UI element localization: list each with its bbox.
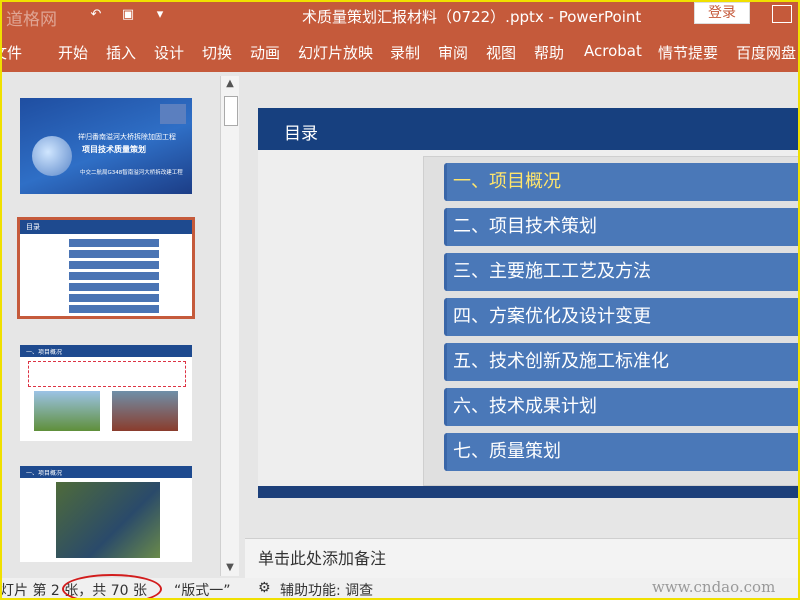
thumbnail-scrollbar[interactable]: ▲ ▼ bbox=[220, 76, 239, 576]
globe-image bbox=[32, 136, 72, 176]
login-button[interactable]: 登录 bbox=[694, 2, 750, 24]
watermark-logo: 道格网 bbox=[6, 10, 57, 30]
toc-item-3[interactable]: 三、主要施工工艺及方法 bbox=[444, 253, 798, 291]
tab-slideshow[interactable]: 幻灯片放映 bbox=[298, 42, 373, 63]
scroll-up-icon[interactable]: ▲ bbox=[221, 76, 239, 92]
tab-home[interactable]: 开始 bbox=[58, 42, 88, 63]
thumb4-title: 一、项目概况 bbox=[26, 470, 63, 477]
toc-item-4[interactable]: 四、方案优化及设计变更 bbox=[444, 298, 798, 336]
slide-thumbnail-1[interactable]: 祥归番南溢河大桥拆除加固工程 项目技术质量策划 中交二航局G348智南溢河大桥拆… bbox=[20, 98, 192, 194]
thumb3-bridge-photo bbox=[112, 391, 178, 431]
thumb3-header: 一、项目概况 bbox=[20, 345, 192, 357]
thumb3-text-box bbox=[28, 361, 186, 387]
layout-name: “版式一” bbox=[174, 583, 231, 599]
tab-storyboard[interactable]: 情节提要 bbox=[658, 42, 718, 63]
thumb1-line2: 项目技术质量策划 bbox=[82, 145, 146, 154]
annotation-circle bbox=[62, 574, 162, 598]
tab-design[interactable]: 设计 bbox=[154, 42, 184, 63]
slide-header: 目录 bbox=[258, 108, 798, 150]
title-bar: 道格网 ↶ ▣ ▾ 术质量策划汇报材料（0722）.pptx - PowerPo… bbox=[2, 2, 798, 30]
tab-baidu-netdisk[interactable]: 百度网盘 bbox=[736, 42, 796, 63]
thumb2-row bbox=[68, 282, 160, 292]
scrollbar-thumb[interactable] bbox=[224, 96, 238, 126]
toc-item-6[interactable]: 六、技术成果计划 bbox=[444, 388, 798, 426]
tab-transitions[interactable]: 切换 bbox=[202, 42, 232, 63]
thumb1-line1: 祥归番南溢河大桥拆除加固工程 bbox=[78, 133, 176, 141]
current-slide[interactable]: 目录 一、项目概况 二、项目技术策划 三、主要施工工艺及方法 四、方案优化及设计… bbox=[258, 108, 798, 498]
watermark-url: www.cndao.com bbox=[652, 578, 776, 596]
accessibility-status[interactable]: 辅助功能: 调查 bbox=[280, 580, 373, 598]
thumb2-row bbox=[68, 304, 160, 314]
toc-item-5[interactable]: 五、技术创新及施工标准化 bbox=[444, 343, 798, 381]
thumb2-row bbox=[68, 293, 160, 303]
toc-item-2[interactable]: 二、项目技术策划 bbox=[444, 208, 798, 246]
tab-file[interactable]: 文件 bbox=[2, 42, 22, 63]
thumb3-title: 一、项目概况 bbox=[26, 349, 63, 356]
customize-icon[interactable]: ▾ bbox=[152, 7, 168, 23]
ribbon-display-options-icon[interactable] bbox=[772, 5, 792, 23]
tab-animations[interactable]: 动画 bbox=[250, 42, 280, 63]
thumb2-row bbox=[68, 260, 160, 270]
slide-footer-bar bbox=[258, 486, 798, 498]
tab-acrobat[interactable]: Acrobat bbox=[584, 42, 642, 60]
tab-view[interactable]: 视图 bbox=[486, 42, 516, 63]
thumb4-aerial-map bbox=[56, 482, 160, 558]
accessibility-icon[interactable]: ⚙ bbox=[258, 580, 271, 596]
scroll-down-icon[interactable]: ▼ bbox=[221, 560, 239, 576]
slide-thumbnail-2[interactable]: 目录 bbox=[17, 217, 195, 319]
notes-pane[interactable]: 单击此处添加备注 bbox=[245, 538, 798, 579]
undo-icon[interactable]: ↶ bbox=[88, 7, 104, 23]
tab-help[interactable]: 帮助 bbox=[534, 42, 564, 63]
tab-review[interactable]: 审阅 bbox=[438, 42, 468, 63]
ribbon-tabs: 文件 开始 插入 设计 切换 动画 幻灯片放映 录制 审阅 视图 帮助 Acro… bbox=[2, 28, 798, 72]
company-logo bbox=[160, 104, 186, 124]
status-bar: 幻灯片 第 2 张，共 70 张 “版式一” ⚙ 辅助功能: 调查 www.cn… bbox=[2, 574, 798, 599]
tab-insert[interactable]: 插入 bbox=[106, 42, 136, 63]
toc-item-1[interactable]: 一、项目概况 bbox=[444, 163, 798, 201]
thumb4-header: 一、项目概况 bbox=[20, 466, 192, 478]
thumb3-bridge-photo bbox=[34, 391, 100, 431]
notes-placeholder[interactable]: 单击此处添加备注 bbox=[258, 545, 386, 569]
thumb2-header: 目录 bbox=[20, 220, 192, 234]
slide-title[interactable]: 目录 bbox=[284, 119, 318, 144]
thumb2-row bbox=[68, 249, 160, 259]
thumb2-row bbox=[68, 238, 160, 248]
slide-thumbnail-4[interactable]: 一、项目概况 bbox=[20, 466, 192, 562]
thumb2-row bbox=[68, 271, 160, 281]
thumb2-title: 目录 bbox=[26, 223, 40, 231]
window-title: 术质量策划汇报材料（0722）.pptx - PowerPoint bbox=[302, 8, 642, 26]
toc-item-7[interactable]: 七、质量策划 bbox=[444, 433, 798, 471]
present-icon[interactable]: ▣ bbox=[120, 7, 136, 23]
slide-thumbnail-3[interactable]: 一、项目概况 bbox=[20, 345, 192, 441]
window: 道格网 ↶ ▣ ▾ 术质量策划汇报材料（0722）.pptx - PowerPo… bbox=[0, 0, 800, 600]
tab-record[interactable]: 录制 bbox=[390, 42, 420, 63]
thumb1-line3: 中交二航局G348智南溢河大桥拆改建工程 bbox=[80, 170, 183, 176]
